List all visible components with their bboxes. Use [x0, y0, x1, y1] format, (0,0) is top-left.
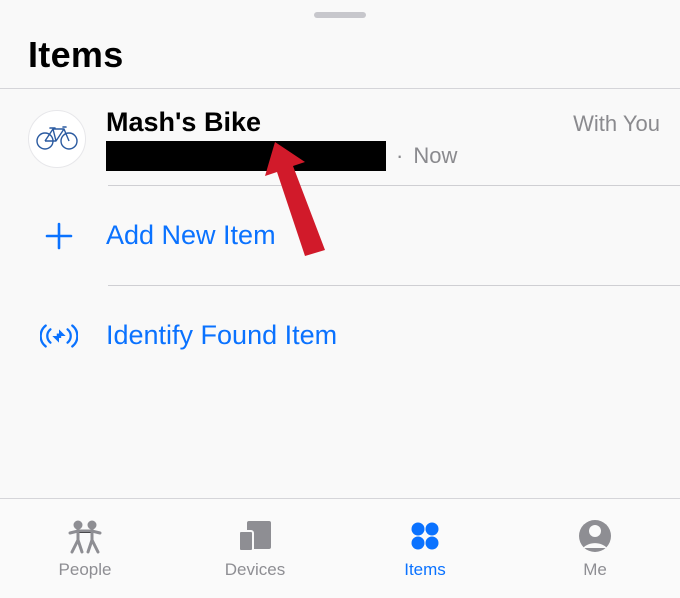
bicycle-icon: [36, 124, 78, 155]
item-time: Now: [413, 143, 457, 169]
identify-found-item-label: Identify Found Item: [106, 320, 337, 351]
item-row-bike[interactable]: Mash's Bike · Now With You: [0, 89, 680, 185]
plus-icon: [40, 221, 78, 251]
item-location-redacted: [106, 141, 386, 171]
item-icon-container: [28, 110, 86, 168]
tab-devices[interactable]: Devices: [170, 499, 340, 598]
sheet-drag-handle[interactable]: [314, 12, 366, 18]
item-status: With You: [573, 111, 660, 137]
item-time-separator: ·: [396, 143, 403, 169]
me-icon: [574, 517, 616, 555]
add-new-item-label: Add New Item: [106, 220, 276, 251]
item-subline: · Now: [106, 141, 573, 171]
items-icon: [404, 517, 446, 555]
add-new-item-row[interactable]: Add New Item: [0, 186, 680, 285]
tab-me-label: Me: [583, 560, 607, 580]
tab-items[interactable]: Items: [340, 499, 510, 598]
devices-icon: [234, 517, 276, 555]
tab-people[interactable]: People: [0, 499, 170, 598]
people-icon: [64, 517, 106, 555]
identify-found-item-row[interactable]: Identify Found Item: [0, 286, 680, 385]
item-body: Mash's Bike · Now: [106, 107, 573, 171]
tab-me[interactable]: Me: [510, 499, 680, 598]
tab-bar: People Devices Items: [0, 498, 680, 598]
tab-devices-label: Devices: [225, 560, 285, 580]
tab-people-label: People: [59, 560, 112, 580]
tab-items-label: Items: [404, 560, 446, 580]
item-name: Mash's Bike: [106, 107, 573, 138]
identify-icon: [40, 321, 78, 351]
